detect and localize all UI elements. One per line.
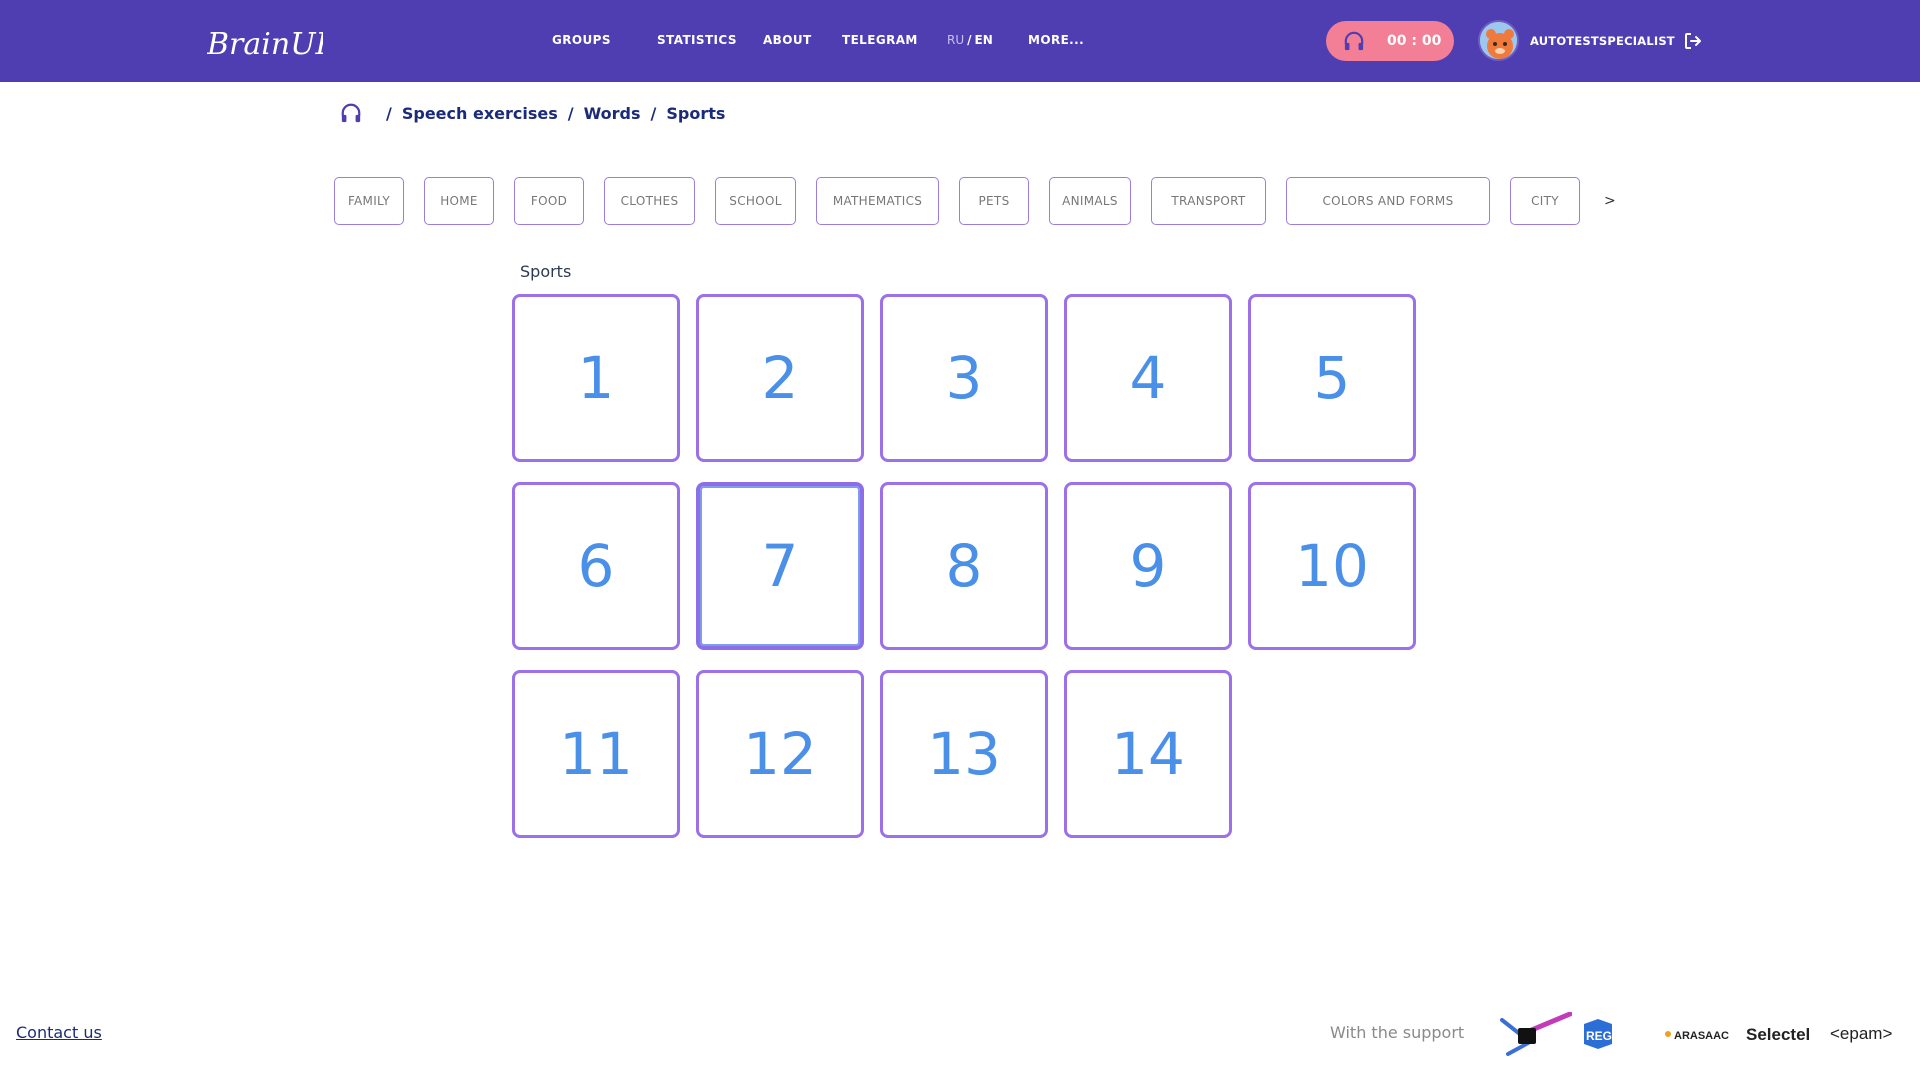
lang-en[interactable]: EN [975,33,993,47]
lang-separator: / [967,33,972,47]
svg-text:BrainUP: BrainUP [207,27,323,62]
exercise-card-active[interactable]: 7 [696,482,864,650]
exercise-card[interactable]: 2 [696,294,864,462]
svg-text:ARASAAC: ARASAAC [1674,1030,1729,1042]
regru-logo[interactable]: REG.RU [1582,1018,1642,1050]
sponsor-logo-1[interactable] [1500,1012,1572,1056]
nav-groups[interactable]: GROUPS [552,33,611,47]
breadcrumb: / Speech exercises / Words / Sports [340,101,725,125]
breadcrumb-separator: / [386,103,392,123]
group-tab-transport[interactable]: TRANSPORT [1151,177,1266,225]
group-tab-food[interactable]: FOOD [514,177,584,225]
exercise-card[interactable]: 6 [512,482,680,650]
group-tab-home[interactable]: HOME [424,177,494,225]
timer-button[interactable]: 00 : 00 [1326,21,1454,61]
breadcrumb-separator: / [567,103,574,123]
exercise-card[interactable]: 9 [1064,482,1232,650]
breadcrumb-words[interactable]: Words [584,104,641,123]
brainup-logo[interactable]: BrainUP [207,20,323,64]
exercise-card[interactable]: 10 [1248,482,1416,650]
nav-telegram[interactable]: TELEGRAM [842,33,918,47]
exercise-card[interactable]: 14 [1064,670,1232,838]
groups-next-arrow[interactable]: > [1604,193,1616,209]
svg-text:<epam>: <epam> [1830,1024,1892,1043]
breadcrumb-speech-exercises[interactable]: Speech exercises [402,104,558,123]
svg-text:Selectel: Selectel [1746,1025,1810,1044]
nav-statistics[interactable]: STATISTICS [657,33,737,47]
exercise-card[interactable]: 12 [696,670,864,838]
arasaac-logo[interactable]: ARASAAC [1664,1022,1734,1046]
exercise-card[interactable]: 3 [880,294,1048,462]
series-title: Sports [520,262,572,281]
contact-us-link[interactable]: Contact us [16,1023,102,1042]
nav-about[interactable]: ABOUT [763,33,812,47]
group-tab-family[interactable]: FAMILY [334,177,404,225]
language-switch: RU / EN [947,33,993,47]
group-tab-city[interactable]: CITY [1510,177,1580,225]
top-header: BrainUP GROUPS STATISTICS ABOUT TELEGRAM… [0,0,1920,82]
nav-more[interactable]: MORE... [1028,33,1084,47]
group-tab-animals[interactable]: ANIMALS [1049,177,1131,225]
user-avatar[interactable] [1478,20,1519,61]
group-tab-school[interactable]: SCHOOL [715,177,796,225]
exercise-card[interactable]: 11 [512,670,680,838]
selectel-logo[interactable]: Selectel [1744,1020,1820,1048]
headphones-home-icon[interactable] [340,102,362,124]
username: AUTOTESTSPECIALIST [1530,34,1675,48]
timer-value: 00 : 00 [1387,33,1442,49]
avatar-image [1480,22,1517,59]
exercise-card[interactable]: 13 [880,670,1048,838]
headphones-icon [1344,31,1364,51]
group-tab-pets[interactable]: PETS [959,177,1029,225]
exercise-card[interactable]: 8 [880,482,1048,650]
lang-ru[interactable]: RU [947,33,964,47]
logout-icon[interactable] [1683,31,1703,51]
support-label: With the support [1330,1023,1465,1042]
svg-text:REG.RU: REG.RU [1586,1029,1633,1043]
group-tab-colors-and-forms[interactable]: COLORS AND FORMS [1286,177,1490,225]
group-tab-mathematics[interactable]: MATHEMATICS [816,177,939,225]
epam-logo[interactable]: <epam> [1828,1018,1904,1048]
breadcrumb-separator: / [650,103,657,123]
exercise-card[interactable]: 4 [1064,294,1232,462]
exercise-card[interactable]: 5 [1248,294,1416,462]
group-tab-clothes[interactable]: CLOTHES [604,177,695,225]
breadcrumb-sports[interactable]: Sports [666,104,725,123]
exercise-card[interactable]: 1 [512,294,680,462]
